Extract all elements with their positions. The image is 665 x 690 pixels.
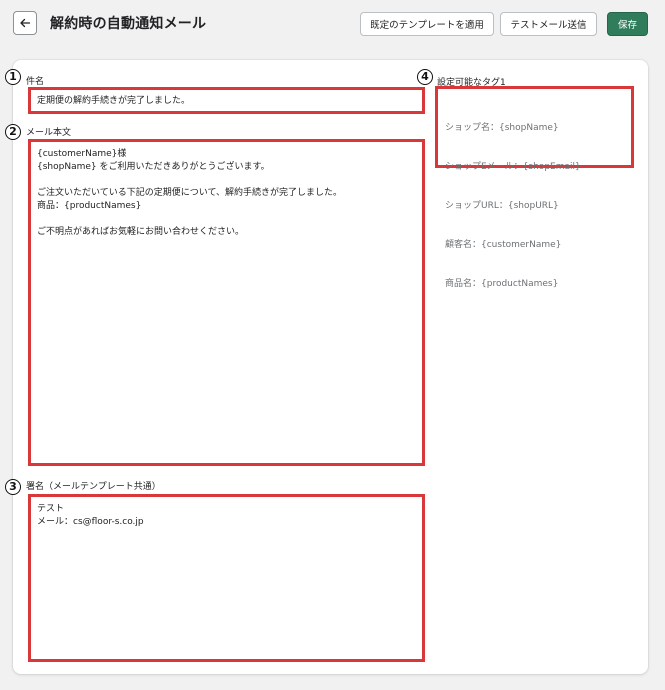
signature-textarea-value: テスト メール：cs@floor-s.co.jp [37, 504, 144, 527]
tag-item-customer-name: 顧客名：{customerName} [445, 240, 562, 250]
tag-item-shop-email: ショップEメール：{shopEmail} [445, 162, 581, 172]
top-bar: 解約時の自動通知メール 既定のテンプレートを適用 テストメール送信 保存 [0, 0, 665, 46]
back-button[interactable] [13, 11, 37, 35]
available-tags-box: ショップ名：{shopName} ショップEメール：{shopEmail} ショ… [435, 86, 634, 289]
apply-default-template-button[interactable]: 既定のテンプレートを適用 [360, 12, 494, 36]
tag-item-shop-url: ショップURL：{shopURL} [445, 201, 559, 211]
subject-input-value: 定期便の解約手続きが完了しました。 [37, 96, 191, 106]
callout-marker-4: 4 [417, 69, 433, 85]
signature-label: 署名（メールテンプレート共通） [26, 482, 161, 492]
tag-list: ショップ名：{shopName} ショップEメール：{shopEmail} ショ… [445, 96, 625, 317]
signature-textarea[interactable]: テスト メール：cs@floor-s.co.jp [28, 494, 425, 662]
subject-input[interactable]: 定期便の解約手続きが完了しました。 [28, 87, 425, 114]
arrow-left-icon [20, 18, 31, 28]
save-button[interactable]: 保存 [607, 12, 648, 36]
subject-label: 件名 [26, 77, 45, 87]
body-textarea[interactable]: {customerName}様 {shopName} をご利用いただきありがとう… [28, 139, 425, 466]
tag-item-shop-name: ショップ名：{shopName} [445, 123, 559, 133]
callout-marker-3: 3 [5, 479, 21, 495]
page-title: 解約時の自動通知メール [50, 16, 207, 32]
send-test-email-button[interactable]: テストメール送信 [500, 12, 597, 36]
body-textarea-value: {customerName}様 {shopName} をご利用いただきありがとう… [37, 149, 343, 237]
callout-marker-2: 2 [5, 124, 21, 140]
tag-item-product-names: 商品名：{productNames} [445, 279, 559, 289]
body-label: メール本文 [26, 128, 72, 138]
callout-marker-1: 1 [5, 69, 21, 85]
